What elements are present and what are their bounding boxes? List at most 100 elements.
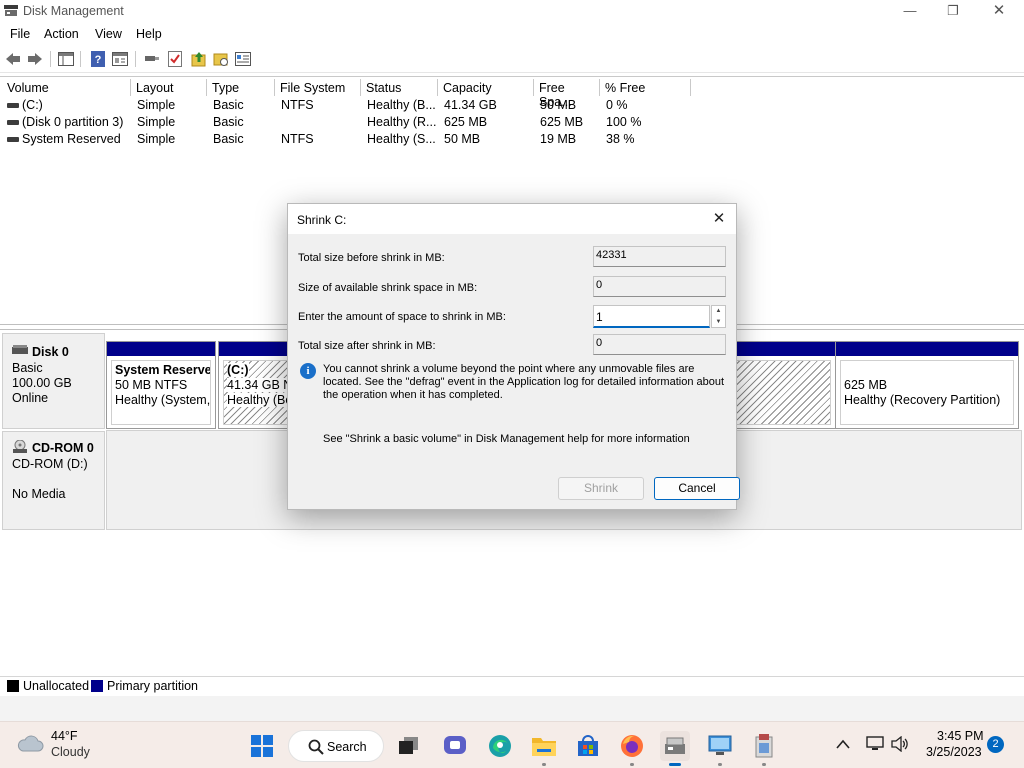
spin-down-icon[interactable]: ▼ xyxy=(712,317,725,327)
weather-description[interactable]: Cloudy xyxy=(51,745,90,759)
dialog-title-bar: Shrink C: ✕ xyxy=(288,204,736,234)
maximize-button[interactable]: ❐ xyxy=(930,0,976,23)
menu-view[interactable]: View xyxy=(95,27,122,41)
volume-type: Basic xyxy=(213,132,244,146)
firefox-icon[interactable] xyxy=(617,731,647,766)
dialog-close-button[interactable]: ✕ xyxy=(706,207,732,231)
volume-status: Healthy (B... xyxy=(367,98,436,112)
volume-row[interactable]: (C:) Simple Basic NTFS Healthy (B... 41.… xyxy=(2,97,1002,114)
volume-capacity: 50 MB xyxy=(444,132,481,146)
window-title: Disk Management xyxy=(23,4,124,18)
spin-buttons: ▲ ▼ xyxy=(711,305,726,328)
svg-text:?: ? xyxy=(95,54,102,66)
partition-name: System Reserved xyxy=(115,363,211,377)
disk-management-app-icon[interactable] xyxy=(660,731,690,766)
minimize-button[interactable]: — xyxy=(887,0,933,23)
column-header-free-space[interactable]: Free Spa... xyxy=(534,79,600,109)
volume-capacity: 625 MB xyxy=(444,115,488,129)
close-button[interactable]: ✕ xyxy=(976,0,1022,23)
shrink-button[interactable]: Shrink xyxy=(558,477,644,500)
installer-icon[interactable] xyxy=(749,731,779,766)
volume-layout: Simple xyxy=(137,115,176,129)
cdrom-0-label[interactable]: CD-ROM 0 CD-ROM (D:) No Media xyxy=(2,431,105,530)
drive-icon xyxy=(7,137,19,142)
show-description-icon[interactable] xyxy=(234,50,252,68)
total-before-label: Total size before shrink in MB: xyxy=(298,252,445,264)
legend-unallocated: Unallocated xyxy=(23,679,90,693)
checklist-icon[interactable] xyxy=(166,50,184,68)
back-arrow-icon[interactable] xyxy=(4,50,22,68)
volume-name: (Disk 0 partition 3) xyxy=(22,115,124,129)
disk-0-name: Disk 0 xyxy=(32,345,69,359)
column-header-layout[interactable]: Layout xyxy=(131,79,207,96)
store-icon[interactable] xyxy=(573,731,603,761)
shrink-amount-stepper[interactable]: 1 ▲ ▼ xyxy=(593,305,726,328)
partition-name: (C:) xyxy=(227,363,249,377)
volume-percent-free: 0 % xyxy=(606,98,628,112)
primary-partition-bar xyxy=(107,342,215,356)
clock-time[interactable]: 3:45 PM xyxy=(937,729,984,743)
total-after-label: Total size after shrink in MB: xyxy=(298,340,436,352)
column-header-capacity[interactable]: Capacity xyxy=(438,79,534,96)
volume-icon[interactable] xyxy=(891,735,909,755)
chat-icon[interactable] xyxy=(440,731,470,761)
unallocated-swatch xyxy=(7,680,19,692)
disk-0-type: Basic xyxy=(12,361,43,375)
spin-up-icon[interactable]: ▲ xyxy=(712,306,725,316)
chevron-up-icon[interactable] xyxy=(836,736,850,752)
column-header-status[interactable]: Status xyxy=(361,79,438,96)
available-shrink-label: Size of available shrink space in MB: xyxy=(298,282,478,294)
network-icon[interactable] xyxy=(866,736,884,755)
column-header-file-system[interactable]: File System xyxy=(275,79,361,96)
volume-name: (C:) xyxy=(22,98,43,112)
toolbar-separator xyxy=(50,51,51,67)
search-label: Search xyxy=(327,740,367,754)
cloud-icon[interactable] xyxy=(16,733,44,753)
folder-icon[interactable] xyxy=(212,50,230,68)
connect-icon[interactable] xyxy=(143,50,161,68)
volume-layout: Simple xyxy=(137,132,176,146)
help-icon[interactable]: ? xyxy=(89,50,107,68)
properties-icon[interactable] xyxy=(111,50,129,68)
menu-help[interactable]: Help xyxy=(136,27,162,41)
rescan-disks-icon[interactable] xyxy=(190,50,208,68)
total-after-field: 0 xyxy=(593,334,726,355)
edge-icon[interactable] xyxy=(485,731,515,761)
cancel-button[interactable]: Cancel xyxy=(654,477,740,500)
volume-status: Healthy (R... xyxy=(367,115,437,129)
remote-desktop-icon[interactable] xyxy=(705,731,735,766)
show-hide-console-tree-icon[interactable] xyxy=(57,50,75,68)
taskbar-search[interactable]: Search xyxy=(288,730,384,762)
start-icon[interactable] xyxy=(247,731,277,761)
task-view-icon[interactable] xyxy=(394,731,424,761)
notification-badge[interactable]: 2 xyxy=(987,736,1004,753)
volume-free-space: 50 MB xyxy=(540,98,577,112)
column-header-volume[interactable]: Volume xyxy=(2,79,131,96)
volume-row[interactable]: System Reserved Simple Basic NTFS Health… xyxy=(2,131,1002,148)
cdrom-0-drive: CD-ROM (D:) xyxy=(12,457,88,471)
partition-status: Healthy (Recovery Partition) xyxy=(844,393,1001,407)
shrink-amount-input[interactable]: 1 xyxy=(593,305,710,328)
column-header-percent-free[interactable]: % Free xyxy=(600,79,691,96)
volume-row[interactable]: (Disk 0 partition 3) Simple Basic Health… xyxy=(2,114,1002,131)
clock-date[interactable]: 3/25/2023 xyxy=(926,745,982,759)
partition-system-reserved[interactable]: System Reserved 50 MB NTFS Healthy (Syst… xyxy=(106,341,216,429)
cdrom-0-media: No Media xyxy=(12,487,66,501)
dialog-body: Total size before shrink in MB: 42331 Si… xyxy=(288,234,740,509)
file-explorer-icon[interactable] xyxy=(529,731,559,766)
help-link-text: See "Shrink a basic volume" in Disk Mana… xyxy=(323,433,690,445)
menu-file[interactable]: File xyxy=(10,27,30,41)
weather-temperature[interactable]: 44°F xyxy=(51,729,78,743)
cdrom-icon xyxy=(13,440,27,453)
primary-partition-bar xyxy=(836,342,1018,356)
volume-type: Basic xyxy=(213,98,244,112)
column-header-type[interactable]: Type xyxy=(207,79,275,96)
partition-status: Healthy (System, A xyxy=(115,393,211,407)
partition-status: Healthy (Bo xyxy=(227,393,293,407)
menu-action[interactable]: Action xyxy=(44,27,79,41)
toolbar-separator xyxy=(135,51,136,67)
forward-arrow-icon[interactable] xyxy=(26,50,44,68)
partition-recovery[interactable]: 625 MB Healthy (Recovery Partition) xyxy=(835,341,1019,429)
disk-0-label[interactable]: Disk 0 Basic 100.00 GB Online xyxy=(2,333,105,429)
title-bar: Disk Management — ❐ ✕ xyxy=(0,0,1024,23)
